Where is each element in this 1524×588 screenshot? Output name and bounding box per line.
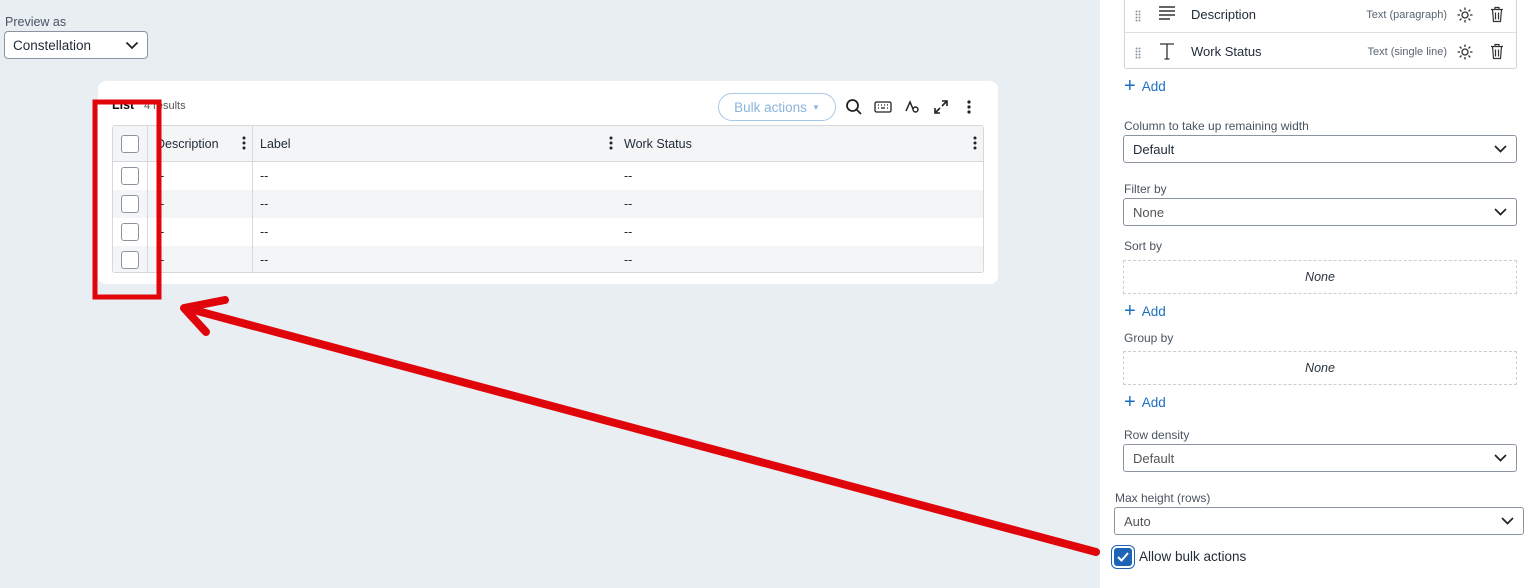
row-checkbox[interactable] <box>121 195 139 213</box>
table-cell: -- <box>624 197 633 211</box>
row-checkbox[interactable] <box>121 251 139 269</box>
field-type: Text (single line) <box>1367 46 1447 58</box>
preview-as-select[interactable]: Constellation <box>4 31 148 59</box>
field-list: Description Text (paragraph) Work Status… <box>1124 0 1517 69</box>
preview-as-label: Preview as <box>5 15 67 29</box>
gear-icon[interactable] <box>1456 43 1474 61</box>
plus-icon: + <box>1124 75 1136 97</box>
chevron-down-icon <box>1494 208 1507 216</box>
bulk-actions-button[interactable]: Bulk actions ▼ <box>718 93 836 121</box>
text-format-icon[interactable] <box>900 95 924 119</box>
add-group-button[interactable]: + Add <box>1124 392 1166 412</box>
table-cell: -- <box>149 162 253 190</box>
settings-panel: Description Text (paragraph) Work Status… <box>1100 0 1524 588</box>
add-sort-button[interactable]: + Add <box>1124 301 1166 321</box>
paragraph-icon <box>1159 6 1175 20</box>
sort-by-empty: None <box>1123 260 1517 294</box>
row-density-label: Row density <box>1124 428 1190 442</box>
column-menu-icon[interactable] <box>609 136 613 150</box>
annotation-arrow-head <box>180 296 229 336</box>
field-row-description[interactable]: Description Text (paragraph) <box>1125 0 1516 33</box>
more-vertical-icon[interactable] <box>957 95 981 119</box>
list-table: Description Label Work Status -- -- -- -… <box>112 125 984 273</box>
column-menu-icon[interactable] <box>242 136 246 150</box>
row-density-select[interactable]: Default <box>1123 444 1517 472</box>
row-checkbox[interactable] <box>121 167 139 185</box>
list-card: List 4 results Bulk actions ▼ Descriptio… <box>98 81 998 284</box>
column-header-label[interactable]: Label <box>254 126 619 161</box>
filter-by-select[interactable]: None <box>1123 198 1517 226</box>
allow-bulk-actions-toggle[interactable]: Allow bulk actions <box>1114 547 1246 566</box>
plus-icon: + <box>1124 300 1136 322</box>
sort-by-label: Sort by <box>1124 239 1163 253</box>
remaining-width-label: Column to take up remaining width <box>1124 119 1309 133</box>
add-field-button[interactable]: + Add <box>1124 76 1166 96</box>
column-header-description[interactable]: Description <box>149 126 253 161</box>
table-header-row: Description Label Work Status <box>113 126 983 162</box>
drag-handle-icon[interactable] <box>1135 10 1141 22</box>
table-cell: -- <box>260 225 269 239</box>
keyboard-icon[interactable] <box>871 95 895 119</box>
table-cell: -- <box>624 225 633 239</box>
table-cell: -- <box>260 253 269 267</box>
field-name: Description <box>1191 7 1257 22</box>
allow-bulk-actions-checkbox[interactable] <box>1114 548 1132 566</box>
field-name: Work Status <box>1191 44 1262 59</box>
group-by-label: Group by <box>1124 331 1174 345</box>
search-icon[interactable] <box>842 95 866 119</box>
preview-as-value: Constellation <box>13 37 92 53</box>
trash-icon[interactable] <box>1490 6 1504 23</box>
checkmark-icon <box>1117 552 1129 562</box>
table-row[interactable]: -- -- -- <box>113 246 983 272</box>
gear-icon[interactable] <box>1456 6 1474 24</box>
filter-by-label: Filter by <box>1124 182 1167 196</box>
results-count: 4 results <box>144 100 186 112</box>
table-row[interactable]: -- -- -- <box>113 162 983 190</box>
column-header-work-status[interactable]: Work Status <box>619 126 983 161</box>
text-icon <box>1160 43 1174 60</box>
table-cell: -- <box>260 197 269 211</box>
plus-icon: + <box>1124 391 1136 413</box>
table-cell: -- <box>149 190 253 218</box>
table-cell: -- <box>260 169 269 183</box>
list-title: List <box>112 98 135 112</box>
drag-handle-icon[interactable] <box>1135 47 1141 59</box>
table-cell: -- <box>624 169 633 183</box>
chevron-down-icon <box>1494 145 1507 153</box>
field-type: Text (paragraph) <box>1366 9 1447 21</box>
caret-down-icon: ▼ <box>811 102 820 112</box>
chevron-down-icon <box>1494 454 1507 462</box>
table-row[interactable]: -- -- -- <box>113 190 983 218</box>
table-cell: -- <box>149 246 253 272</box>
max-height-label: Max height (rows) <box>1115 491 1211 505</box>
row-checkbox[interactable] <box>121 223 139 241</box>
trash-icon[interactable] <box>1490 43 1504 60</box>
chevron-down-icon <box>1501 517 1514 525</box>
select-all-checkbox[interactable] <box>121 134 139 153</box>
table-cell: -- <box>149 218 253 246</box>
remaining-width-select[interactable]: Default <box>1123 135 1517 163</box>
chevron-down-icon <box>125 41 139 49</box>
max-height-select[interactable]: Auto <box>1114 507 1524 535</box>
field-row-work-status[interactable]: Work Status Text (single line) <box>1125 34 1516 70</box>
group-by-empty: None <box>1123 351 1517 385</box>
allow-bulk-actions-label: Allow bulk actions <box>1139 549 1247 564</box>
annotation-arrow-line <box>186 305 1100 556</box>
column-menu-icon[interactable] <box>973 136 977 150</box>
expand-icon[interactable] <box>929 95 953 119</box>
bulk-actions-label: Bulk actions <box>734 99 807 115</box>
table-cell: -- <box>624 253 633 267</box>
table-row[interactable]: -- -- -- <box>113 218 983 246</box>
